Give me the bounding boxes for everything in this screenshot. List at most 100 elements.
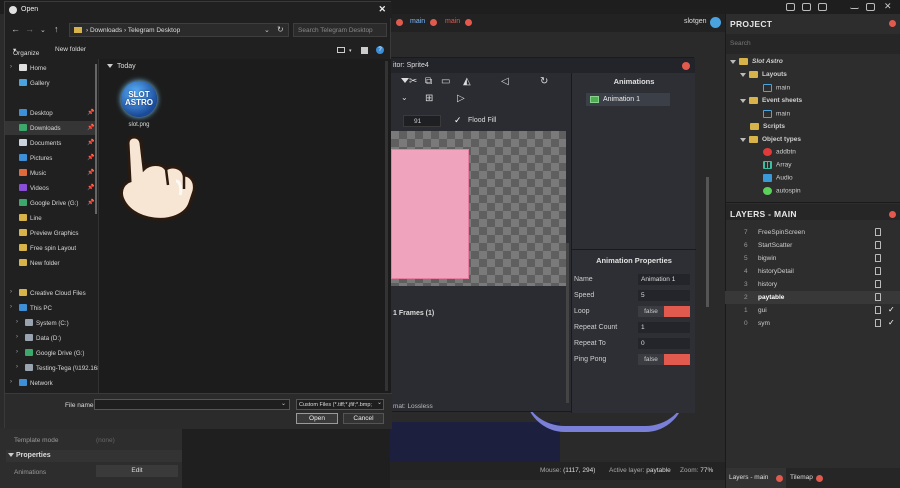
visible-check-icon[interactable]: ✓ (888, 318, 895, 327)
lock-icon[interactable] (875, 280, 881, 288)
window-icon[interactable] (818, 3, 827, 11)
breadcrumb-telegram-desktop[interactable]: Telegram Desktop (128, 27, 180, 34)
layer-row[interactable]: 3 history (725, 278, 900, 291)
nav-item-gallery[interactable]: Gallery (5, 76, 97, 90)
object-audio[interactable]: Audio (763, 174, 793, 182)
help-icon[interactable]: ? (376, 46, 384, 54)
chevron-down-icon[interactable]: ⌄ (281, 400, 286, 407)
navigation-scrollbar[interactable] (95, 64, 97, 214)
address-bar[interactable]: › Downloads › Telegram Desktop ⌄ ↻ (69, 23, 289, 37)
close-icon[interactable]: ✕ (378, 4, 386, 15)
toggle-switch[interactable] (664, 354, 690, 365)
nav-item-music[interactable]: Music 📌 (5, 166, 97, 180)
group-header-today[interactable]: Today (107, 63, 136, 70)
checkmark-icon[interactable]: ✓ (454, 115, 462, 126)
nav-item-folder[interactable]: Preview Graphics (5, 226, 97, 240)
view-icon[interactable] (337, 47, 345, 53)
window-icon[interactable] (802, 3, 811, 11)
preview-pane-icon[interactable] (361, 47, 368, 54)
nav-item-drive[interactable]: › Data (D:) (5, 331, 97, 345)
new-folder-button[interactable]: New folder (55, 46, 86, 53)
tab-close-dot[interactable] (396, 19, 403, 26)
chevron-right-icon[interactable]: › (16, 334, 18, 340)
lock-icon[interactable] (875, 293, 881, 301)
slot-png-thumbnail[interactable]: SLOT ASTRO (121, 81, 157, 117)
tab-close-dot[interactable] (430, 19, 437, 26)
user-name[interactable]: slotgen (684, 18, 707, 25)
nav-item-network[interactable]: › Network (5, 376, 97, 390)
property-value[interactable]: false (638, 354, 664, 365)
scripts-folder[interactable]: Scripts (750, 123, 785, 130)
nav-item-drive[interactable]: › Google Drive (G:) (5, 346, 97, 360)
object-array[interactable]: Array (763, 161, 792, 169)
tab-close-dot[interactable] (816, 475, 823, 482)
layer-row[interactable]: 6 StartScatter (725, 239, 900, 252)
collapse-icon[interactable]: ⌄ (401, 93, 408, 102)
layout-scrollbar[interactable] (706, 177, 709, 307)
flood-fill-label[interactable]: Flood Fill (468, 117, 496, 124)
chevron-down-icon[interactable]: ▾ (349, 48, 352, 54)
chevron-right-icon[interactable]: › (16, 349, 18, 355)
chevron-right-icon[interactable]: › (16, 319, 18, 325)
object-autospin[interactable]: autospin (763, 187, 801, 195)
tab-close-dot[interactable] (776, 475, 783, 482)
search-input[interactable]: Search Telegram Desktop (293, 23, 387, 37)
lock-icon[interactable] (875, 267, 881, 275)
chevron-right-icon[interactable]: › (10, 304, 12, 310)
lock-icon[interactable] (875, 228, 881, 236)
chevron-right-icon[interactable]: › (10, 289, 12, 295)
up-icon[interactable]: ↑ (54, 24, 59, 34)
tab-main-layout[interactable]: main (410, 18, 425, 25)
nav-item-this-pc[interactable]: › This PC (5, 301, 97, 315)
file-name-input[interactable]: ⌄ (94, 399, 290, 410)
nav-item-folder[interactable]: Free spin Layout (5, 241, 97, 255)
event-sheet-main[interactable]: main (763, 110, 790, 118)
refresh-icon[interactable]: ↻ (277, 25, 284, 34)
nav-item-folder[interactable]: Line (5, 211, 97, 225)
mirror-icon[interactable]: ◁ (501, 76, 509, 87)
property-value[interactable]: false (638, 306, 664, 317)
nav-item-creative-cloud[interactable]: › Creative Cloud Files (5, 286, 97, 300)
object-types-folder[interactable]: Object types (740, 136, 801, 143)
file-type-select[interactable]: Custom Files (*.tiff;*.jfif;*.bmp; (296, 399, 384, 410)
lock-icon[interactable] (875, 319, 881, 327)
flip-icon[interactable]: ◭ (463, 76, 471, 87)
zoom-input[interactable]: 91 (403, 115, 441, 127)
layer-row[interactable]: 4 historyDetail (725, 265, 900, 278)
file-list-scrollbar[interactable] (385, 61, 388, 391)
close-icon[interactable]: ✕ (884, 1, 892, 12)
rotate-icon[interactable]: ↻ (540, 76, 548, 87)
nav-item-google-drive[interactable]: Google Drive (G:) 📌 (5, 196, 97, 210)
layer-row[interactable]: 0 sym ✓ (725, 317, 900, 330)
cancel-button[interactable]: Cancel (343, 413, 384, 424)
nav-item-documents[interactable]: Documents 📌 (5, 136, 97, 150)
window-icon[interactable] (786, 3, 795, 11)
nav-item-folder[interactable]: New folder (5, 256, 97, 270)
breadcrumb-downloads[interactable]: Downloads (90, 27, 122, 34)
minimize-icon[interactable] (850, 3, 859, 9)
frames-scrollbar[interactable] (566, 243, 569, 403)
tab-tilemap[interactable]: Tilemap (790, 474, 813, 481)
nav-item-desktop[interactable]: Desktop 📌 (5, 106, 97, 120)
nav-item-home[interactable]: › Home (5, 61, 97, 75)
layer-row[interactable]: 1 gui ✓ (725, 304, 900, 317)
event-sheets-folder[interactable]: Event sheets (740, 97, 802, 104)
project-root[interactable]: Slot Astro (730, 58, 783, 65)
chevron-right-icon[interactable]: › (10, 379, 12, 385)
property-value[interactable]: Animation 1 (638, 274, 690, 285)
tab-layers-main[interactable]: Layers - main (726, 468, 786, 488)
file-name-slot-png[interactable]: slot.png (117, 122, 161, 128)
lock-icon[interactable] (875, 306, 881, 314)
layout-main[interactable]: main (763, 84, 790, 92)
back-icon[interactable]: ← (11, 24, 20, 34)
forward-icon[interactable]: → (25, 24, 34, 34)
object-addbtn[interactable]: addbtn (763, 148, 796, 156)
property-value[interactable]: 1 (638, 322, 690, 333)
paste-icon[interactable]: ▭ (441, 76, 450, 87)
chevron-right-icon[interactable]: › (16, 364, 18, 370)
animation-item[interactable]: Animation 1 (586, 93, 670, 106)
dropdown-icon[interactable] (401, 78, 409, 83)
play-icon[interactable]: ▷ (457, 93, 465, 104)
toggle-switch[interactable] (664, 306, 690, 317)
chevron-down-icon[interactable]: ⌄ (377, 399, 382, 406)
